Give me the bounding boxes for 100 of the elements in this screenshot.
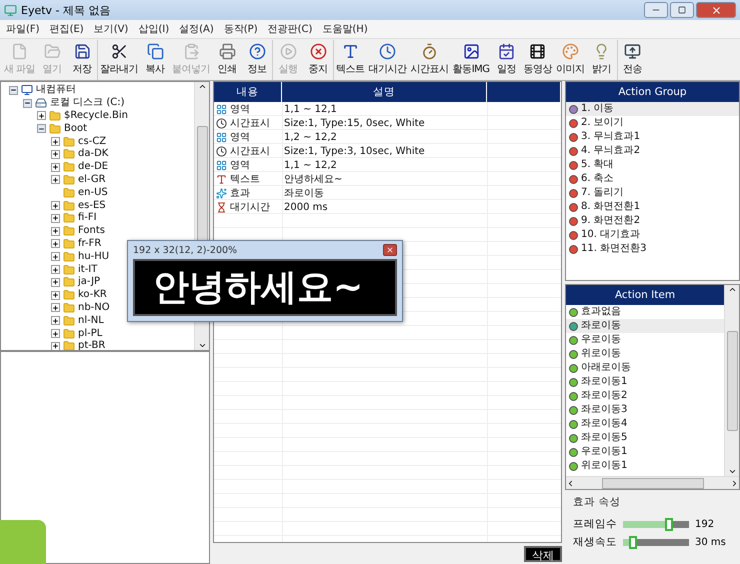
scrollbar[interactable] [724,285,739,476]
toolbar-button[interactable]: 텍스트 [334,40,367,80]
tree-item[interactable]: Boot [64,122,88,135]
tree-item[interactable]: it-IT [78,264,98,276]
toolbar-button[interactable]: 동영상 [522,40,554,80]
menu-item[interactable]: 파일(F) [6,22,40,36]
expander-icon[interactable] [51,137,60,146]
toolbar-button[interactable]: 복사 [140,40,170,80]
list-item[interactable]: 1. 이동 [566,102,739,116]
close-button[interactable] [696,2,736,18]
list-item[interactable]: 우로이동 [566,333,724,347]
list-item[interactable]: 좌로이동3 [566,403,724,417]
tree-item[interactable]: el-GR [78,174,106,186]
list-item[interactable]: 좌로이동 [566,319,724,333]
list-item[interactable]: 위로이동1 [566,459,724,473]
scroll-down-icon[interactable] [728,467,736,476]
tree-item[interactable]: nb-NO [78,302,110,314]
list-item[interactable]: 7. 돌리기 [566,186,739,200]
menu-item[interactable]: 동작(P) [224,22,258,36]
tree-item[interactable]: en-US [78,186,108,199]
expander-icon[interactable] [51,226,60,236]
tree-item[interactable]: es-ES [78,200,106,212]
scroll-left-icon[interactable] [566,478,575,488]
tree-item[interactable]: fr-FR [78,238,102,250]
list-item[interactable]: 2. 보이기 [566,116,739,130]
slider-thumb[interactable] [665,518,674,530]
toolbar-button[interactable]: 밝기 [586,40,617,80]
toolbar-button[interactable]: 대기시간 [366,40,409,80]
toolbar-button[interactable]: 중지 [303,40,334,80]
list-item[interactable]: 5. 확대 [566,158,739,172]
minimize-button[interactable] [644,2,668,18]
list-item[interactable]: 10. 대기효과 [566,228,739,242]
list-item[interactable]: 위로이동 [566,347,724,361]
list-item[interactable]: 9. 화면전환2 [566,214,739,228]
toolbar-button[interactable]: 전송 [618,40,648,80]
toolbar-button[interactable]: 잘라내기 [98,40,140,80]
expander-icon[interactable] [51,239,60,248]
menu-item[interactable]: 설정(A) [179,22,214,36]
expander-icon[interactable] [51,342,60,350]
tree-item[interactable]: cs-CZ [78,136,106,148]
expander-icon[interactable] [51,162,60,172]
toolbar-button[interactable]: 활동IMG [450,40,492,80]
menu-item[interactable]: 편집(E) [50,22,84,36]
list-item[interactable]: 11. 화면전환3 [566,242,739,256]
list-item[interactable]: 좌로이동5 [566,431,724,445]
expander-icon[interactable] [51,150,60,159]
menu-item[interactable]: 전광판(C) [268,22,312,36]
menu-item[interactable]: 보기(V) [94,22,128,36]
list-item[interactable]: 3. 무늬효과1 [566,130,739,144]
toolbar-button[interactable]: 시간표시 [408,40,451,80]
expander-icon[interactable] [51,316,60,326]
expander-icon[interactable] [51,329,60,338]
list-item[interactable]: 6. 축소 [566,172,739,186]
expander-icon[interactable] [37,111,46,120]
expander-icon[interactable] [23,98,32,108]
list-item[interactable]: 우로이동1 [566,445,724,459]
tree-item[interactable]: da-DK [78,148,108,160]
expander-icon[interactable] [37,124,46,134]
toolbar-button[interactable]: 정보 [242,40,272,80]
tree-item[interactable]: Fonts [78,225,105,238]
expander-icon[interactable] [51,265,60,274]
tree-item[interactable]: ja-JP [78,276,100,288]
tree-item[interactable]: fi-FI [78,212,97,224]
list-item[interactable]: 좌로이동2 [566,389,724,403]
delete-button[interactable]: 삭제 [524,546,562,562]
menu-item[interactable]: 도움말(H) [322,22,368,36]
tree-item[interactable]: 내컴퓨터 [36,84,76,96]
toolbar-button[interactable]: 이미지 [554,40,587,80]
tree-item[interactable]: pt-BR [78,340,106,350]
scroll-down-icon[interactable] [198,341,206,350]
tree-item[interactable]: pl-PL [78,328,102,340]
expander-icon[interactable] [51,303,60,312]
maximize-button[interactable] [670,2,694,18]
close-button[interactable] [383,244,397,256]
expander-icon[interactable] [51,175,60,184]
expander-icon[interactable] [9,86,18,95]
scroll-up-icon[interactable] [728,285,736,294]
tree-item[interactable]: ko-KR [78,289,107,302]
toolbar-button[interactable]: 저장 [67,40,98,80]
list-item[interactable]: 4. 무늬효과2 [566,144,739,158]
expander-icon[interactable] [51,278,60,287]
list-item[interactable]: 8. 화면전환1 [566,200,739,214]
menu-item[interactable]: 삽입(I) [138,22,170,36]
toolbar-button[interactable]: 인쇄 [212,40,242,80]
list-item[interactable]: 아래로이동 [566,361,724,375]
expander-icon[interactable] [51,214,60,223]
slider-thumb[interactable] [628,536,637,548]
expander-icon[interactable] [51,252,60,262]
expander-icon[interactable] [51,201,60,210]
expander-icon[interactable] [51,290,60,300]
list-item[interactable]: 좌로이동4 [566,417,724,431]
tree-item[interactable]: nl-NL [78,314,104,327]
tree-item[interactable]: $Recycle.Bin [64,110,128,122]
list-item[interactable]: 효과없음 [566,305,724,319]
tree-item[interactable]: hu-HU [78,250,110,263]
tree-item[interactable]: 로컬 디스크 (C:) [50,97,125,110]
list-item[interactable]: 좌로이동1 [566,375,724,389]
toolbar-button[interactable]: 일정 [492,40,522,80]
scroll-up-icon[interactable] [198,82,206,91]
scroll-right-icon[interactable] [730,478,739,488]
